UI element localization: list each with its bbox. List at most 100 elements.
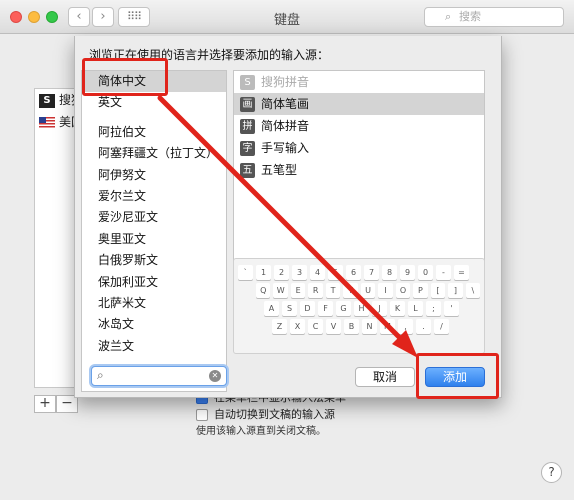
keyboard-key: 1 [256, 265, 271, 280]
language-item[interactable]: 爱沙尼亚文 [82, 207, 226, 228]
keyboard-key: 6 [346, 265, 361, 280]
keyboard-key: V [326, 319, 341, 334]
source-label: 简体拼音 [261, 119, 310, 133]
clear-search-icon[interactable]: ✕ [209, 370, 221, 382]
wubi-icon: 五 [240, 163, 255, 178]
auto-switch-hint: 使用该输入源直到关闭文稿。 [196, 426, 326, 437]
keyboard-key: ; [426, 301, 441, 316]
help-button[interactable]: ? [541, 462, 562, 483]
keyboard-key: D [300, 301, 315, 316]
language-item[interactable]: 保加利亚文 [82, 272, 226, 293]
stroke-icon: 画 [240, 97, 255, 112]
keyboard-key: T [325, 283, 341, 298]
keyboard-key: 4 [310, 265, 325, 280]
keyboard-key: K [390, 301, 405, 316]
search-icon: ⌕ [445, 10, 452, 23]
keyboard-key: 2 [274, 265, 289, 280]
pinyin-icon: 拼 [240, 119, 255, 134]
language-item[interactable]: 白俄罗斯文 [82, 250, 226, 271]
keyboard-key: G [336, 301, 351, 316]
keyboard-key: U [360, 283, 376, 298]
keyboard-key: M [380, 319, 395, 334]
keyboard-key: / [434, 319, 449, 334]
language-item[interactable]: 北萨米文 [82, 293, 226, 314]
keyboard-key: 0 [418, 265, 433, 280]
language-item[interactable]: 波兰文 [82, 336, 226, 357]
language-item[interactable]: 阿伊努文 [82, 165, 226, 186]
cancel-button[interactable]: 取消 [355, 367, 415, 387]
keyboard-key: X [290, 319, 305, 334]
keyboard-key: Q [256, 283, 271, 298]
keyboard-row: A S D F G H J K L; ' [238, 301, 480, 316]
auto-switch-label: 自动切换到文稿的输入源 [214, 408, 335, 421]
keyboard-key: F [318, 301, 333, 316]
keyboard-key: Y [343, 283, 358, 298]
keyboard-key: [ [430, 283, 446, 298]
keyboard-key: H [354, 301, 369, 316]
keyboard-key: Z [272, 319, 287, 334]
keyboard-key: = [454, 265, 469, 280]
language-search-input[interactable]: ⌕ ✕ [91, 366, 227, 386]
auto-switch-checkbox[interactable] [196, 409, 208, 421]
source-item-handwriting[interactable]: 字手写输入 [234, 137, 484, 159]
source-label: 手写输入 [261, 141, 310, 155]
keyboard-key: ' [444, 301, 459, 316]
keyboard-row: Q W E R T Y U I O P[] \ [238, 283, 481, 298]
keyboard-key: 8 [382, 265, 397, 280]
keyboard-key: . [416, 319, 431, 334]
keyboard-row: Z X C V B N M,. / [238, 319, 480, 334]
keyboard-key: W [273, 283, 288, 298]
handwriting-icon: 字 [240, 141, 255, 156]
keyboard-key: I [378, 283, 393, 298]
title-bar: ‹ › ⠿⠿ 键盘 ⌕ 搜索 [0, 0, 574, 34]
keyboard-key: 7 [364, 265, 379, 280]
keyboard-key: A [264, 301, 279, 316]
keyboard-key: P [413, 283, 428, 298]
keyboard-key: 9 [400, 265, 415, 280]
keyboard-key: O [395, 283, 411, 298]
language-list[interactable]: 简体中文 英文 阿拉伯文 阿塞拜疆文（拉丁文） 阿伊努文 爱尔兰文 爱沙尼亚文 … [81, 70, 227, 392]
sogou-icon: S [240, 75, 255, 90]
annotation-highlight-language [82, 58, 168, 96]
source-label: 搜狗拼音 [261, 75, 310, 89]
keyboard-key: R [308, 283, 323, 298]
source-label: 五笔型 [261, 163, 298, 177]
language-item[interactable]: 冰岛文 [82, 314, 226, 335]
add-source-button[interactable]: + [34, 395, 56, 413]
keyboard-key: \ [465, 283, 481, 298]
input-source-options-list[interactable]: S 搜狗拼音 画简体笔画 拼简体拼音 字手写输入 五五笔型 [233, 70, 485, 286]
keyboard-row: ` 1 2 3 4 5 6 7 8 9 0- = [238, 265, 480, 280]
keyboard-key: N [362, 319, 377, 334]
keyboard-key: S [282, 301, 297, 316]
keyboard-key: 3 [292, 265, 307, 280]
add-remove-controls: + − [34, 395, 78, 413]
source-item-sogou-pinyin[interactable]: S 搜狗拼音 [234, 71, 484, 93]
auto-switch-option[interactable]: 自动切换到文稿的输入源 [196, 406, 346, 423]
search-icon: ⌕ [97, 368, 104, 382]
language-item[interactable]: 阿拉伯文 [82, 122, 226, 143]
language-item[interactable]: 阿塞拜疆文（拉丁文） [82, 143, 226, 164]
keyboard-key: C [308, 319, 323, 334]
keyboard-key: B [344, 319, 359, 334]
source-item-simplified-pinyin[interactable]: 拼简体拼音 [234, 115, 484, 137]
language-item[interactable]: 爱尔兰文 [82, 186, 226, 207]
keyboard-key: ] [448, 283, 463, 298]
preferences-search-input[interactable]: ⌕ 搜索 [424, 7, 564, 27]
annotation-highlight-add [416, 353, 499, 399]
source-item-wubi[interactable]: 五五笔型 [234, 159, 484, 181]
keyboard-preview: ` 1 2 3 4 5 6 7 8 9 0- = Q W E R T Y U I O P[] \ A S D F G H J K L; ' Z X C… [233, 258, 485, 354]
source-label: 简体笔画 [261, 97, 310, 111]
us-flag-icon [39, 117, 55, 128]
keyboard-key: - [436, 265, 451, 280]
keyboard-key: 5 [328, 265, 343, 280]
language-item[interactable]: 奥里亚文 [82, 229, 226, 250]
source-item-simplified-stroke[interactable]: 画简体笔画 [234, 93, 484, 115]
keyboard-key: J [372, 301, 387, 316]
keyboard-key: E [290, 283, 306, 298]
sogou-icon: S [39, 93, 55, 108]
list-divider [82, 114, 226, 122]
keyboard-key: , [398, 319, 413, 334]
keyboard-key: L [408, 301, 423, 316]
keyboard-key: ` [238, 265, 253, 280]
search-placeholder: 搜索 [459, 10, 481, 23]
